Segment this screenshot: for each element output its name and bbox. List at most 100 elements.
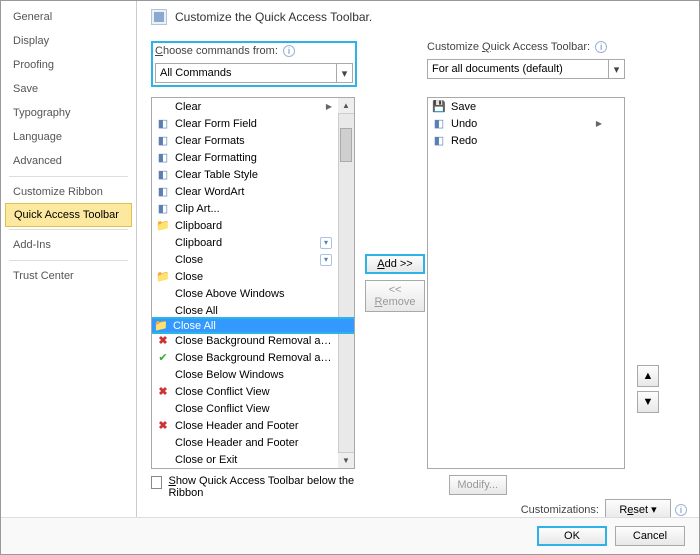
list-item[interactable]: ◧Undo▶ bbox=[428, 115, 624, 132]
sidebar-item-customize-ribbon[interactable]: Customize Ribbon bbox=[1, 180, 136, 204]
list-item[interactable]: 💾 Save bbox=[428, 98, 624, 115]
list-item-label: Close bbox=[175, 271, 336, 283]
move-up-button[interactable]: ▲ bbox=[637, 365, 659, 387]
list-item[interactable]: Close▾ bbox=[152, 251, 354, 268]
x-icon: ✖ bbox=[155, 385, 171, 399]
list-item[interactable]: ◧Clear WordArt bbox=[152, 183, 354, 200]
list-item-label: Close Header and Footer bbox=[175, 420, 336, 432]
blank-icon bbox=[155, 453, 171, 467]
blank-icon bbox=[155, 236, 171, 250]
list-item[interactable]: ✖ Close Conflict View bbox=[152, 383, 354, 400]
help-icon[interactable]: i bbox=[675, 504, 687, 516]
blue-icon: ◧ bbox=[155, 168, 171, 182]
list-item[interactable]: ◧Clear Formatting bbox=[152, 149, 354, 166]
list-item[interactable]: Close Conflict View bbox=[152, 400, 354, 417]
sidebar-separator bbox=[9, 176, 128, 177]
list-item[interactable]: Clipboard▾ bbox=[152, 234, 354, 251]
customize-qat-combo[interactable]: ▾ bbox=[427, 59, 625, 79]
sidebar-separator bbox=[9, 260, 128, 261]
blank-icon bbox=[155, 253, 171, 267]
blue-icon: ◧ bbox=[155, 134, 171, 148]
list-item[interactable]: ◧ Clear Formats bbox=[152, 132, 354, 149]
list-item[interactable]: ◧Clip Art... bbox=[152, 200, 354, 217]
blank-icon bbox=[155, 368, 171, 382]
sidebar-item-display[interactable]: Display bbox=[1, 29, 136, 53]
show-below-ribbon-label: Show Quick Access Toolbar below the Ribb… bbox=[168, 475, 361, 499]
list-item[interactable]: Close Header and Footer bbox=[152, 434, 354, 451]
help-icon[interactable]: i bbox=[283, 45, 295, 57]
list-item-label: Close Conflict View bbox=[175, 403, 336, 415]
scroll-thumb[interactable] bbox=[340, 128, 352, 162]
save-icon: 💾 bbox=[431, 100, 447, 114]
list-item-label: Clipboard bbox=[175, 237, 320, 249]
list-item[interactable]: ✖Close Background Removal and D... bbox=[152, 332, 354, 349]
blank-icon bbox=[155, 287, 171, 301]
list-item[interactable]: ◧Redo bbox=[428, 132, 624, 149]
list-item-label: Redo bbox=[451, 135, 606, 147]
blank-icon bbox=[155, 100, 171, 114]
modify-button[interactable]: Modify... bbox=[449, 475, 507, 495]
list-item[interactable]: ✔ Close Background Removal and K... bbox=[152, 349, 354, 366]
add-button[interactable]: Add >> bbox=[365, 254, 425, 274]
cancel-button[interactable]: Cancel bbox=[615, 526, 685, 546]
sidebar-item-general[interactable]: General bbox=[1, 5, 136, 29]
sidebar-item-add-ins[interactable]: Add-Ins bbox=[1, 233, 136, 257]
customize-qat-label: Customize Quick Access Toolbar: bbox=[427, 41, 590, 53]
sidebar-separator bbox=[9, 229, 128, 230]
sidebar-item-quick-access-toolbar[interactable]: Quick Access Toolbar bbox=[5, 203, 132, 227]
move-down-button[interactable]: ▼ bbox=[637, 391, 659, 413]
sidebar-item-save[interactable]: Save bbox=[1, 77, 136, 101]
sidebar-item-proofing[interactable]: Proofing bbox=[1, 53, 136, 77]
check-icon: ✔ bbox=[155, 351, 171, 365]
sidebar-item-trust-center[interactable]: Trust Center bbox=[1, 264, 136, 288]
list-item[interactable]: ◧ Clear Form Field bbox=[152, 115, 354, 132]
scroll-up-icon[interactable]: ▲ bbox=[338, 98, 354, 114]
list-item[interactable]: Close Above Windows bbox=[152, 285, 354, 302]
commands-listbox[interactable]: ▲ ▼ Clear▶◧Clear Form Field◧Clear Format… bbox=[151, 97, 355, 469]
show-below-ribbon-checkbox[interactable] bbox=[151, 476, 162, 489]
list-item-label: Close Below Windows bbox=[175, 369, 336, 381]
list-item-label: Save bbox=[451, 101, 606, 113]
sidebar-item-typography[interactable]: Typography bbox=[1, 101, 136, 125]
folder-icon: 📁 bbox=[153, 319, 169, 333]
list-item-label: Close All bbox=[173, 320, 336, 332]
list-item[interactable]: ◧Close Other Windows bbox=[152, 468, 354, 469]
scrollbar[interactable]: ▲ ▼ bbox=[338, 98, 354, 468]
page-title: Customize the Quick Access Toolbar. bbox=[175, 10, 372, 24]
list-item-label: Clear bbox=[175, 101, 326, 113]
choose-commands-label: CChoose commands from:hoose commands fro… bbox=[155, 45, 278, 57]
chevron-down-icon[interactable]: ▾ bbox=[336, 64, 352, 82]
remove-button[interactable]: << Remove bbox=[365, 280, 425, 312]
chevron-down-icon[interactable]: ▾ bbox=[608, 60, 624, 78]
list-item[interactable]: ✖Close Header and Footer bbox=[152, 417, 354, 434]
list-item-label: Close Conflict View bbox=[175, 386, 336, 398]
blue-icon: ◧ bbox=[155, 117, 171, 131]
submenu-arrow-icon: ▶ bbox=[326, 102, 336, 111]
list-item[interactable]: 📁Clipboard bbox=[152, 217, 354, 234]
help-icon[interactable]: i bbox=[595, 41, 607, 53]
list-item[interactable]: 📁 Close All bbox=[151, 317, 355, 334]
list-item[interactable]: Close or Exit bbox=[152, 451, 354, 468]
list-item[interactable]: Close Below Windows bbox=[152, 366, 354, 383]
choose-commands-value[interactable] bbox=[156, 65, 336, 81]
blank-icon bbox=[155, 304, 171, 318]
list-item[interactable]: 📁 Close bbox=[152, 268, 354, 285]
list-item[interactable]: ◧Clear Table Style bbox=[152, 166, 354, 183]
folder-icon: 📁 bbox=[155, 219, 171, 233]
scroll-down-icon[interactable]: ▼ bbox=[338, 452, 354, 468]
dropdown-badge-icon: ▾ bbox=[320, 237, 332, 249]
qat-listbox[interactable]: 💾 Save ◧Undo▶◧Redo bbox=[427, 97, 625, 469]
sidebar-item-advanced[interactable]: Advanced bbox=[1, 149, 136, 173]
list-item-label: Clear Form Field bbox=[175, 118, 336, 130]
list-item-label: Clear Formats bbox=[175, 135, 336, 147]
list-item[interactable]: Clear▶ bbox=[152, 98, 354, 115]
list-item-label: Close All bbox=[175, 305, 336, 317]
list-item-label: Close Background Removal and K... bbox=[175, 352, 336, 364]
list-item-label: Close Above Windows bbox=[175, 288, 336, 300]
customize-qat-value[interactable] bbox=[428, 61, 608, 77]
sidebar-item-language[interactable]: Language bbox=[1, 125, 136, 149]
ok-button[interactable]: OK bbox=[537, 526, 607, 546]
options-sidebar: General Display Proofing Save Typography… bbox=[1, 1, 137, 521]
folder-icon: 📁 bbox=[155, 270, 171, 284]
choose-commands-combo[interactable]: ▾ bbox=[155, 63, 353, 83]
